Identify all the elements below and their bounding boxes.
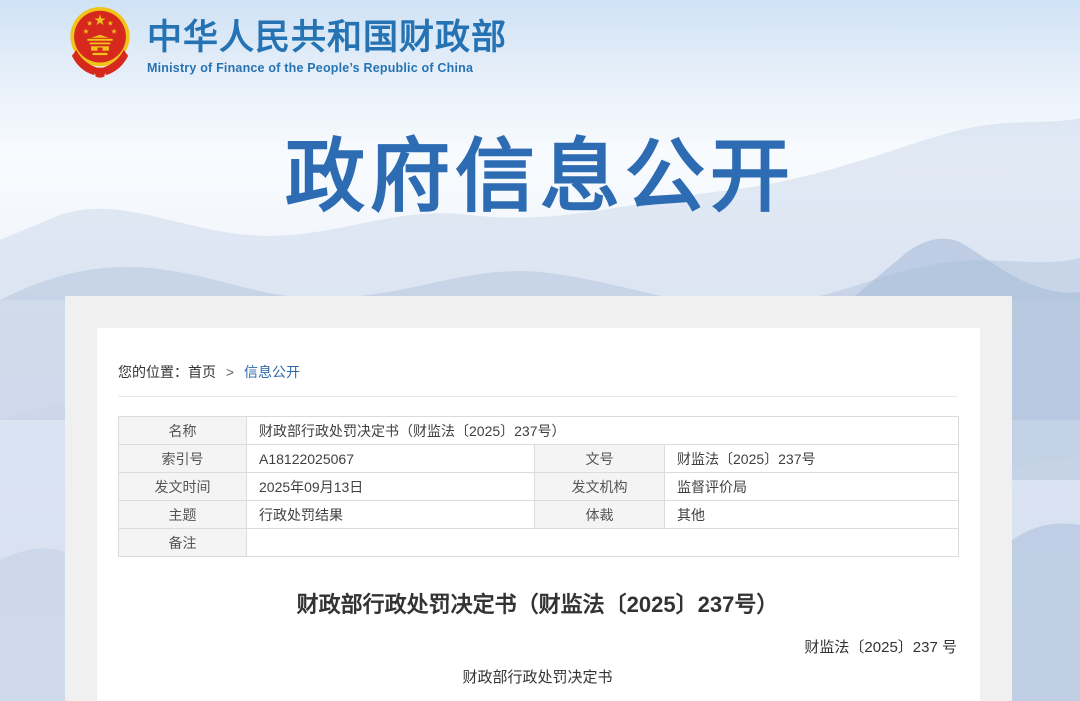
document-body: 财政部行政处罚决定书（财监法〔2025〕237号） 财监法〔2025〕237 号… [118,587,957,701]
breadcrumb-home-link[interactable]: 首页 [188,364,216,380]
table-row: 主题 行政处罚结果 体裁 其他 [119,501,959,529]
meta-label-name: 名称 [119,417,247,445]
table-row: 发文时间 2025年09月13日 发文机构 监督评价局 [119,473,959,501]
meta-value-genre: 其他 [665,501,959,529]
table-row: 名称 财政部行政处罚决定书（财监法〔2025〕237号） [119,417,959,445]
breadcrumb-current-link[interactable]: 信息公开 [244,364,300,380]
document-subtitle: 财政部行政处罚决定书 [118,666,957,687]
meta-value-issuing-org: 监督评价局 [665,473,959,501]
meta-value-issue-date: 2025年09月13日 [247,473,535,501]
meta-label-doc-no: 文号 [535,445,665,473]
document-number: 财监法〔2025〕237 号 [118,636,957,657]
meta-value-doc-no: 财监法〔2025〕237号 [665,445,959,473]
meta-value-topic: 行政处罚结果 [247,501,535,529]
breadcrumb-prefix: 您的位置： [118,364,188,380]
meta-label-genre: 体裁 [535,501,665,529]
meta-label-issue-date: 发文时间 [119,473,247,501]
national-emblem-logo [63,4,137,84]
meta-label-index-no: 索引号 [119,445,247,473]
document-meta-table: 名称 财政部行政处罚决定书（财监法〔2025〕237号） 索引号 A181220… [118,416,959,557]
page-title: 政府信息公开 [0,112,1080,228]
meta-label-remark: 备注 [119,529,247,557]
site-name-en: Ministry of Finance of the People’s Repu… [147,61,507,75]
site-name-cn: 中华人民共和国财政部 [147,18,507,58]
document-title: 财政部行政处罚决定书（财监法〔2025〕237号） [118,587,957,619]
table-row: 备注 [119,529,959,557]
site-header: 中华人民共和国财政部 Ministry of Finance of the Pe… [63,4,507,84]
page: 中华人民共和国财政部 Ministry of Finance of the Pe… [0,0,1080,701]
table-row: 索引号 A18122025067 文号 财监法〔2025〕237号 [119,445,959,473]
breadcrumb: 您的位置：首页 > 信息公开 [118,328,957,382]
meta-value-remark [247,529,959,557]
meta-value-index-no: A18122025067 [247,445,535,473]
breadcrumb-separator: > [226,364,234,380]
meta-label-topic: 主题 [119,501,247,529]
meta-label-issuing-org: 发文机构 [535,473,665,501]
site-name-block: 中华人民共和国财政部 Ministry of Finance of the Pe… [147,14,507,75]
content-panel: 您的位置：首页 > 信息公开 名称 财政部行政处罚决定书（财监法〔2025〕23… [65,296,1012,701]
breadcrumb-divider [118,396,957,397]
meta-value-name: 财政部行政处罚决定书（财监法〔2025〕237号） [247,417,959,445]
content-card: 您的位置：首页 > 信息公开 名称 财政部行政处罚决定书（财监法〔2025〕23… [97,328,980,701]
